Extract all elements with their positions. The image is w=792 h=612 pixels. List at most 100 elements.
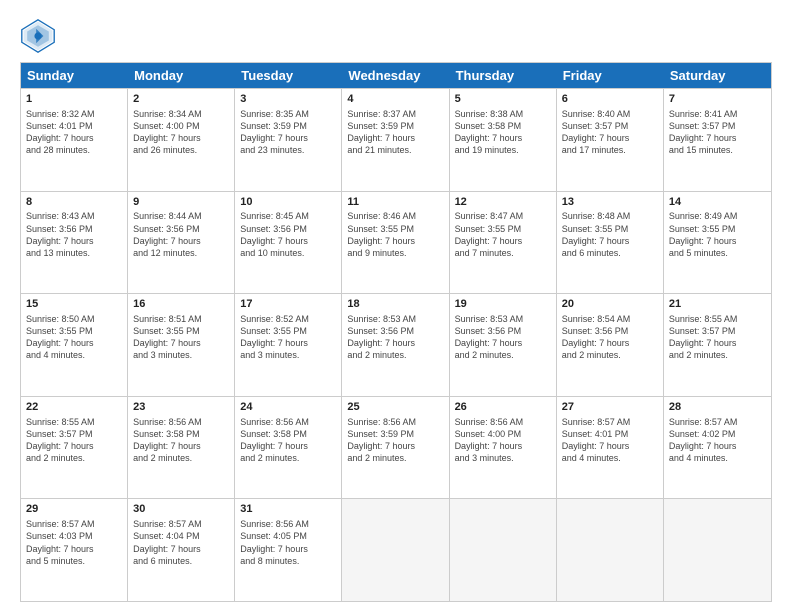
day-cell-24: 24Sunrise: 8:56 AMSunset: 3:58 PMDayligh… [235, 397, 342, 499]
day-cell-9: 9Sunrise: 8:44 AMSunset: 3:56 PMDaylight… [128, 192, 235, 294]
cell-info-line: Sunrise: 8:44 AM [133, 210, 229, 222]
cell-info-line: Daylight: 7 hours [133, 337, 229, 349]
day-number: 18 [347, 297, 443, 312]
cell-info-line: Sunset: 3:56 PM [347, 325, 443, 337]
day-number: 21 [669, 297, 766, 312]
cell-info-line: Sunset: 3:55 PM [562, 223, 658, 235]
cell-info-line: Sunset: 4:00 PM [133, 120, 229, 132]
cell-info-line: and 2 minutes. [240, 452, 336, 464]
day-cell-14: 14Sunrise: 8:49 AMSunset: 3:55 PMDayligh… [664, 192, 771, 294]
cell-info-line: Sunset: 3:58 PM [455, 120, 551, 132]
cell-info-line: Sunrise: 8:38 AM [455, 108, 551, 120]
cell-info-line: and 3 minutes. [240, 349, 336, 361]
empty-cell [450, 499, 557, 601]
cell-info-line: Daylight: 7 hours [347, 132, 443, 144]
day-number: 19 [455, 297, 551, 312]
cell-info-line: Daylight: 7 hours [562, 235, 658, 247]
day-cell-20: 20Sunrise: 8:54 AMSunset: 3:56 PMDayligh… [557, 294, 664, 396]
cell-info-line: Sunset: 4:02 PM [669, 428, 766, 440]
week-row-1: 1Sunrise: 8:32 AMSunset: 4:01 PMDaylight… [21, 88, 771, 191]
day-number: 11 [347, 195, 443, 210]
cell-info-line: Daylight: 7 hours [455, 132, 551, 144]
cell-info-line: Daylight: 7 hours [133, 543, 229, 555]
cell-info-line: Sunset: 3:55 PM [455, 223, 551, 235]
day-cell-2: 2Sunrise: 8:34 AMSunset: 4:00 PMDaylight… [128, 89, 235, 191]
cell-info-line: Sunrise: 8:34 AM [133, 108, 229, 120]
cell-info-line: Daylight: 7 hours [347, 235, 443, 247]
cell-info-line: and 4 minutes. [562, 452, 658, 464]
cell-info-line: and 17 minutes. [562, 144, 658, 156]
cell-info-line: Sunrise: 8:56 AM [133, 416, 229, 428]
day-cell-15: 15Sunrise: 8:50 AMSunset: 3:55 PMDayligh… [21, 294, 128, 396]
cell-info-line: Sunset: 3:58 PM [133, 428, 229, 440]
header-day-saturday: Saturday [664, 63, 771, 88]
cell-info-line: and 2 minutes. [455, 349, 551, 361]
day-cell-1: 1Sunrise: 8:32 AMSunset: 4:01 PMDaylight… [21, 89, 128, 191]
cell-info-line: Daylight: 7 hours [26, 337, 122, 349]
cell-info-line: Sunrise: 8:56 AM [347, 416, 443, 428]
cell-info-line: Sunset: 4:05 PM [240, 530, 336, 542]
cell-info-line: Sunset: 3:59 PM [347, 120, 443, 132]
day-cell-27: 27Sunrise: 8:57 AMSunset: 4:01 PMDayligh… [557, 397, 664, 499]
cell-info-line: and 3 minutes. [455, 452, 551, 464]
cell-info-line: Sunrise: 8:35 AM [240, 108, 336, 120]
cell-info-line: Sunrise: 8:55 AM [26, 416, 122, 428]
day-number: 29 [26, 502, 122, 517]
cell-info-line: Sunset: 3:55 PM [347, 223, 443, 235]
cell-info-line: Sunset: 3:59 PM [240, 120, 336, 132]
cell-info-line: Sunset: 4:04 PM [133, 530, 229, 542]
day-cell-21: 21Sunrise: 8:55 AMSunset: 3:57 PMDayligh… [664, 294, 771, 396]
day-cell-23: 23Sunrise: 8:56 AMSunset: 3:58 PMDayligh… [128, 397, 235, 499]
day-number: 6 [562, 92, 658, 107]
day-number: 7 [669, 92, 766, 107]
day-number: 12 [455, 195, 551, 210]
cell-info-line: Sunrise: 8:53 AM [455, 313, 551, 325]
day-cell-29: 29Sunrise: 8:57 AMSunset: 4:03 PMDayligh… [21, 499, 128, 601]
empty-cell [342, 499, 449, 601]
day-cell-4: 4Sunrise: 8:37 AMSunset: 3:59 PMDaylight… [342, 89, 449, 191]
header-day-sunday: Sunday [21, 63, 128, 88]
day-cell-30: 30Sunrise: 8:57 AMSunset: 4:04 PMDayligh… [128, 499, 235, 601]
cell-info-line: Daylight: 7 hours [347, 440, 443, 452]
cell-info-line: Sunset: 3:57 PM [26, 428, 122, 440]
cell-info-line: Daylight: 7 hours [133, 132, 229, 144]
cell-info-line: and 9 minutes. [347, 247, 443, 259]
header-day-thursday: Thursday [450, 63, 557, 88]
cell-info-line: Sunrise: 8:56 AM [240, 416, 336, 428]
cell-info-line: Sunrise: 8:40 AM [562, 108, 658, 120]
cell-info-line: Sunset: 3:55 PM [669, 223, 766, 235]
empty-cell [664, 499, 771, 601]
cell-info-line: Daylight: 7 hours [347, 337, 443, 349]
cell-info-line: Sunset: 3:57 PM [669, 120, 766, 132]
cell-info-line: and 26 minutes. [133, 144, 229, 156]
day-cell-10: 10Sunrise: 8:45 AMSunset: 3:56 PMDayligh… [235, 192, 342, 294]
cell-info-line: Daylight: 7 hours [562, 337, 658, 349]
day-cell-17: 17Sunrise: 8:52 AMSunset: 3:55 PMDayligh… [235, 294, 342, 396]
cell-info-line: Sunrise: 8:50 AM [26, 313, 122, 325]
day-cell-7: 7Sunrise: 8:41 AMSunset: 3:57 PMDaylight… [664, 89, 771, 191]
header [20, 18, 772, 54]
day-cell-8: 8Sunrise: 8:43 AMSunset: 3:56 PMDaylight… [21, 192, 128, 294]
cell-info-line: and 3 minutes. [133, 349, 229, 361]
cell-info-line: Sunrise: 8:57 AM [26, 518, 122, 530]
day-number: 10 [240, 195, 336, 210]
week-row-3: 15Sunrise: 8:50 AMSunset: 3:55 PMDayligh… [21, 293, 771, 396]
cell-info-line: Daylight: 7 hours [240, 440, 336, 452]
cell-info-line: and 2 minutes. [347, 452, 443, 464]
cell-info-line: and 10 minutes. [240, 247, 336, 259]
calendar: SundayMondayTuesdayWednesdayThursdayFrid… [20, 62, 772, 602]
day-number: 30 [133, 502, 229, 517]
cell-info-line: Sunset: 3:56 PM [133, 223, 229, 235]
cell-info-line: and 15 minutes. [669, 144, 766, 156]
cell-info-line: Sunrise: 8:41 AM [669, 108, 766, 120]
cell-info-line: and 5 minutes. [669, 247, 766, 259]
day-number: 8 [26, 195, 122, 210]
cell-info-line: and 4 minutes. [669, 452, 766, 464]
day-cell-13: 13Sunrise: 8:48 AMSunset: 3:55 PMDayligh… [557, 192, 664, 294]
cell-info-line: Sunrise: 8:45 AM [240, 210, 336, 222]
day-cell-22: 22Sunrise: 8:55 AMSunset: 3:57 PMDayligh… [21, 397, 128, 499]
cell-info-line: Daylight: 7 hours [669, 440, 766, 452]
cell-info-line: Sunset: 3:56 PM [240, 223, 336, 235]
day-number: 25 [347, 400, 443, 415]
calendar-header: SundayMondayTuesdayWednesdayThursdayFrid… [21, 63, 771, 88]
